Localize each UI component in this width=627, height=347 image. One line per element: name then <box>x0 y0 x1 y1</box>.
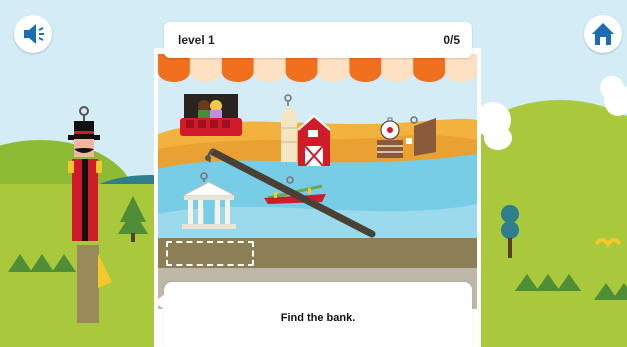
play-area <box>158 54 477 309</box>
home-button[interactable] <box>584 15 622 53</box>
sound-button[interactable] <box>14 15 52 53</box>
home-icon <box>592 23 614 45</box>
prompt-bubble: Find the bank. <box>154 282 472 347</box>
ringmaster-character <box>68 106 102 241</box>
prompt-text: Find the bank. <box>280 312 356 324</box>
game-screen: level 1 0/5 Find the bank. <box>0 0 627 347</box>
grabber-claw[interactable] <box>158 54 477 309</box>
speaker-icon <box>24 24 44 44</box>
level-label: level 1 <box>178 33 215 47</box>
score-counter: 0/5 <box>443 33 460 47</box>
drop-slot[interactable] <box>166 241 254 266</box>
level-header: level 1 0/5 <box>164 22 472 58</box>
bubble-tail <box>154 294 165 310</box>
